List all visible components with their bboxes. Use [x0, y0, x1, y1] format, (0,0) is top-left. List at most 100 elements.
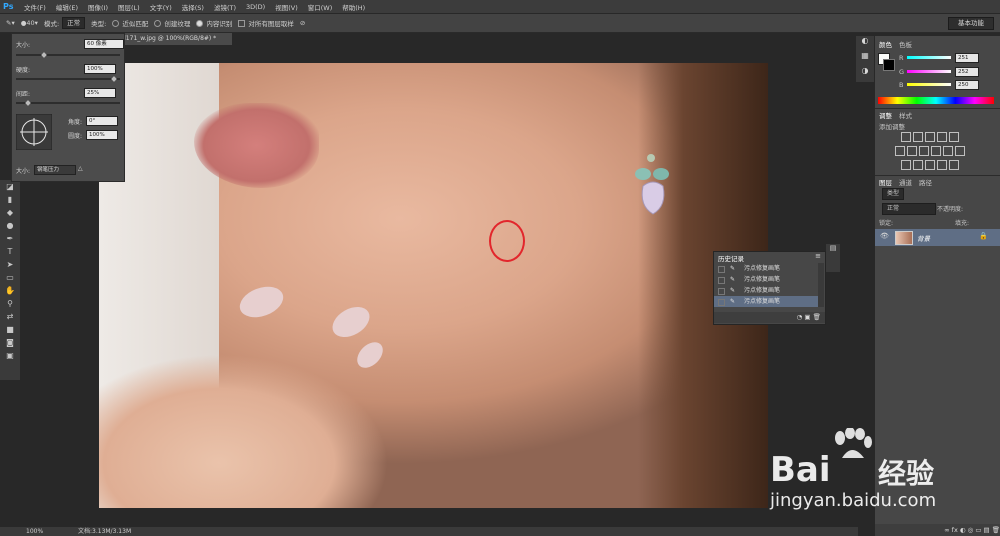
type-content-aware-radio[interactable]: 内容识别 — [196, 18, 232, 28]
vibrance-icon[interactable] — [949, 132, 959, 142]
threshold-icon[interactable] — [925, 160, 935, 170]
menu-image[interactable]: 图像(I) — [83, 2, 113, 12]
menu-filter[interactable]: 滤镜(T) — [209, 2, 241, 12]
history-row[interactable]: ✎ 污点修复画笔 — [714, 274, 818, 285]
size-slider[interactable] — [16, 54, 120, 56]
zoom-icon[interactable]: ⚲ — [0, 297, 20, 310]
history-dock-icon[interactable]: ▤ — [826, 244, 840, 272]
panel-dock: ◐ ▦ ◑ — [856, 36, 874, 82]
tab-layers[interactable]: 图层 — [879, 177, 892, 187]
gradient-map-icon[interactable] — [937, 160, 947, 170]
color-panel-icon[interactable]: ◐ — [856, 36, 874, 51]
menu-type[interactable]: 文字(Y) — [145, 2, 177, 12]
pressure-icon[interactable]: ⊘ — [300, 19, 305, 27]
levels-icon[interactable] — [913, 132, 923, 142]
document-tab[interactable]: d171_w.jpg @ 100%(RGB/8#) * — [118, 33, 232, 45]
document-info[interactable]: 文档:3.13M/3.13M — [78, 527, 131, 536]
blur-icon[interactable]: ◆ — [0, 206, 20, 219]
shape-icon[interactable]: ▭ — [0, 271, 20, 284]
workspace-dropdown[interactable]: 基本功能 — [948, 17, 994, 30]
layer-row[interactable]: 👁 背景 🔒 — [875, 229, 1000, 246]
invert-icon[interactable] — [901, 160, 911, 170]
menu-layer[interactable]: 图层(L) — [113, 2, 145, 12]
swatch-panel-icon[interactable]: ▦ — [856, 51, 874, 66]
type-texture-radio[interactable]: 创建纹理 — [154, 18, 190, 28]
menu-help[interactable]: 帮助(H) — [337, 2, 370, 12]
history-row[interactable]: ✎ 污点修复画笔 — [714, 263, 818, 274]
selective-color-icon[interactable] — [949, 160, 959, 170]
spacing-input[interactable]: 25% — [84, 88, 116, 98]
brightness-icon[interactable] — [901, 132, 911, 142]
brush-preset-picker[interactable]: ● 40 ▾ — [21, 19, 38, 27]
g-value[interactable]: 252 — [955, 67, 979, 77]
menu-window[interactable]: 窗口(W) — [303, 2, 338, 12]
photo-canvas[interactable] — [99, 63, 768, 508]
sample-all-layers-checkbox[interactable]: 对所有图层取样 — [238, 18, 294, 28]
foreground-color-icon[interactable]: ■ — [0, 323, 20, 336]
history-row[interactable]: ✎ 污点修复画笔 — [714, 285, 818, 296]
pressure-toggle-icon[interactable]: △ — [78, 165, 83, 172]
zoom-level[interactable]: 100% — [26, 527, 43, 536]
tab-channels[interactable]: 通道 — [899, 177, 912, 187]
path-select-icon[interactable]: ➤ — [0, 258, 20, 271]
tab-swatches[interactable]: 色板 — [899, 39, 912, 49]
r-slider[interactable] — [907, 56, 951, 59]
hardness-input[interactable]: 100% — [84, 64, 116, 74]
quick-mask-icon[interactable]: ◙ — [0, 336, 20, 349]
layer-kind-filter[interactable]: 类型 — [882, 188, 905, 200]
swap-colors-icon[interactable]: ⇄ — [0, 310, 20, 323]
lookup-icon[interactable] — [955, 146, 965, 156]
menu-edit[interactable]: 编辑(E) — [51, 2, 83, 12]
bw-icon[interactable] — [919, 146, 929, 156]
channel-mixer-icon[interactable] — [943, 146, 953, 156]
menu-view[interactable]: 视图(V) — [270, 2, 303, 12]
roundness-input[interactable]: 100% — [86, 130, 118, 140]
history-footer-icons[interactable]: ◔ ▣ 🗑 — [714, 312, 825, 323]
hue-icon[interactable] — [895, 146, 905, 156]
adjust-panel-icon[interactable]: ◑ — [856, 66, 874, 81]
history-scrollbar[interactable] — [818, 263, 824, 307]
menu-select[interactable]: 选择(S) — [177, 2, 209, 12]
background-swatch[interactable] — [883, 59, 895, 71]
screen-mode-icon[interactable]: ▣ — [0, 349, 20, 362]
history-panel: 历史记录 ≡ ✎ 污点修复画笔 ✎ 污点修复画笔 ✎ 污点修复画笔 ✎ 污点修复画笔 ◔… — [713, 251, 826, 325]
r-value[interactable]: 251 — [955, 53, 979, 63]
spot-healing-brush-icon[interactable]: ✎▾ — [6, 19, 15, 27]
menu-3d[interactable]: 3D(D) — [241, 3, 270, 11]
type-proximity-radio[interactable]: 近似匹配 — [112, 18, 148, 28]
panel-menu-icon[interactable]: ≡ — [815, 252, 821, 260]
layer-name[interactable]: 背景 — [917, 233, 930, 243]
b-value[interactable]: 250 — [955, 80, 979, 90]
posterize-icon[interactable] — [913, 160, 923, 170]
photo-filter-icon[interactable] — [931, 146, 941, 156]
size-input[interactable]: 60 像素 — [84, 39, 124, 49]
hand-icon[interactable]: ✋ — [0, 284, 20, 297]
pen-icon[interactable]: ✒ — [0, 232, 20, 245]
tab-styles[interactable]: 样式 — [899, 110, 912, 120]
type-tool-icon[interactable]: T — [0, 245, 20, 258]
blend-mode-dropdown[interactable]: 正常 — [882, 203, 936, 215]
g-slider[interactable] — [907, 70, 951, 73]
size-control-dropdown[interactable]: 钢笔压力 — [34, 165, 76, 175]
tab-adjustments[interactable]: 调整 — [879, 110, 892, 120]
history-row-selected[interactable]: ✎ 污点修复画笔 — [714, 296, 818, 307]
tab-paths[interactable]: 路径 — [919, 177, 932, 187]
hardness-slider[interactable] — [16, 78, 120, 80]
baidu-watermark: Bai 经验 jingyan.baidu.com — [770, 428, 990, 528]
curves-icon[interactable] — [925, 132, 935, 142]
angle-label: 角度: — [68, 119, 83, 126]
b-slider[interactable] — [907, 83, 951, 86]
gradient-icon[interactable]: ▮ — [0, 193, 20, 206]
mode-dropdown[interactable]: 正常 — [62, 17, 86, 29]
color-spectrum[interactable] — [878, 97, 994, 104]
size-label: 大小: — [16, 42, 31, 49]
brush-angle-preview-icon[interactable] — [16, 114, 52, 150]
color-balance-icon[interactable] — [907, 146, 917, 156]
menu-file[interactable]: 文件(F) — [19, 2, 51, 12]
visibility-eye-icon[interactable]: 👁 — [880, 232, 889, 240]
spacing-slider[interactable] — [16, 102, 120, 104]
angle-input[interactable]: 0° — [86, 116, 118, 126]
exposure-icon[interactable] — [937, 132, 947, 142]
tab-color[interactable]: 颜色 — [879, 39, 892, 49]
dodge-icon[interactable]: ● — [0, 219, 20, 232]
